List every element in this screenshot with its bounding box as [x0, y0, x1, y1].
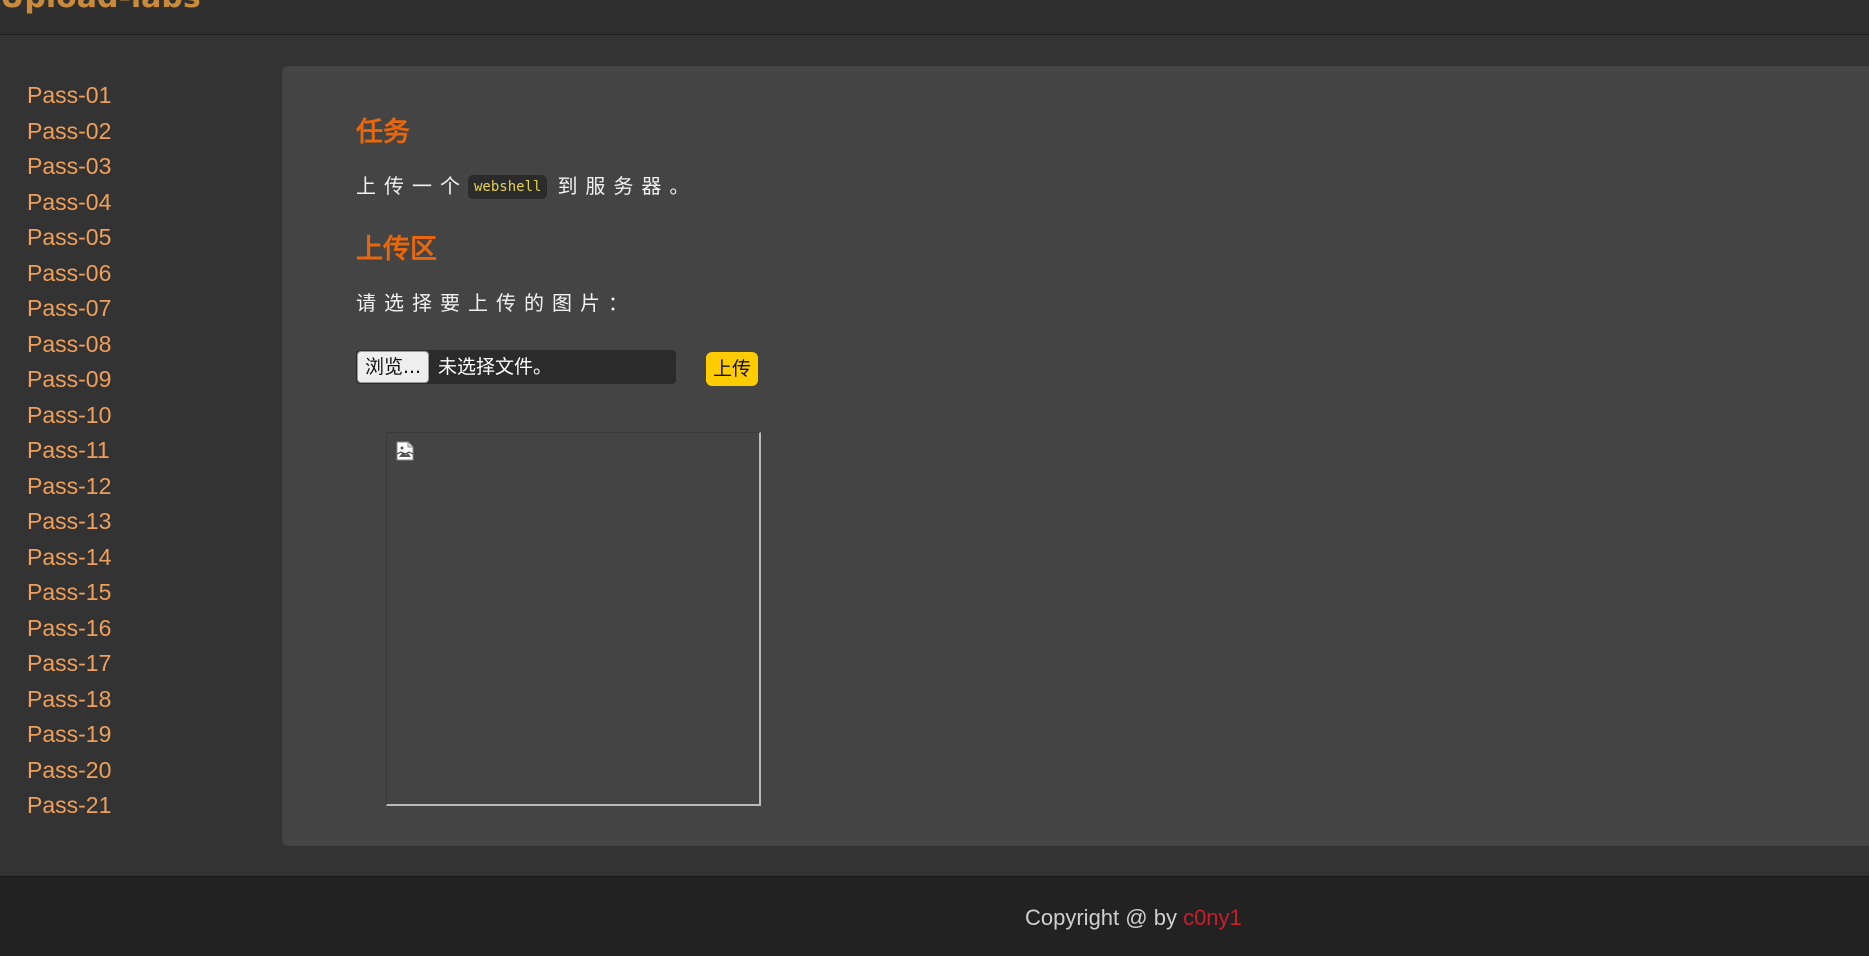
- sidebar-item-pass-14[interactable]: Pass-14: [27, 540, 111, 576]
- sidebar-item-pass-02[interactable]: Pass-02: [27, 114, 111, 150]
- file-input[interactable]: 浏览... 未选择文件。: [356, 350, 676, 384]
- sidebar-item-pass-11[interactable]: Pass-11: [27, 433, 111, 469]
- sidebar-item-pass-01[interactable]: Pass-01: [27, 78, 111, 114]
- sidebar-item-pass-06[interactable]: Pass-06: [27, 256, 111, 292]
- pass-list: Pass-01 Pass-02 Pass-03 Pass-04 Pass-05 Pass-…: [27, 78, 111, 824]
- sidebar-item-pass-13[interactable]: Pass-13: [27, 504, 111, 540]
- sidebar-item-pass-18[interactable]: Pass-18: [27, 682, 111, 718]
- sidebar-item-pass-05[interactable]: Pass-05: [27, 220, 111, 256]
- sidebar-item-pass-10[interactable]: Pass-10: [27, 398, 111, 434]
- copyright-text: Copyright @ by c0ny1: [1025, 905, 1242, 931]
- sidebar-item-pass-12[interactable]: Pass-12: [27, 469, 111, 505]
- footer: Copyright @ by c0ny1: [0, 876, 1869, 956]
- task-description: 上传一个 webshell 到服务器。: [356, 170, 697, 199]
- broken-image-icon: [396, 441, 414, 461]
- sidebar-item-pass-03[interactable]: Pass-03: [27, 149, 111, 185]
- upload-prompt: 请选择要上传的图片：: [356, 291, 636, 315]
- webshell-code: webshell: [468, 175, 548, 199]
- task-desc-after: 到服务器。: [557, 174, 698, 198]
- author-link[interactable]: c0ny1: [1183, 905, 1242, 930]
- sidebar-item-pass-19[interactable]: Pass-19: [27, 717, 111, 753]
- sidebar-item-pass-07[interactable]: Pass-07: [27, 291, 111, 327]
- browse-button[interactable]: 浏览...: [357, 351, 429, 383]
- top-header: Upload-labs: [0, 0, 1869, 35]
- sidebar-item-pass-17[interactable]: Pass-17: [27, 646, 111, 682]
- sidebar-item-pass-15[interactable]: Pass-15: [27, 575, 111, 611]
- upload-heading: 上传区: [356, 234, 437, 265]
- sidebar-item-pass-09[interactable]: Pass-09: [27, 362, 111, 398]
- sidebar-item-pass-21[interactable]: Pass-21: [27, 788, 111, 824]
- site-title: Upload-labs: [0, 0, 201, 15]
- copyright-label: Copyright @ by: [1025, 905, 1184, 930]
- upload-button[interactable]: 上传: [706, 352, 758, 386]
- image-preview: [386, 432, 761, 806]
- sidebar-item-pass-04[interactable]: Pass-04: [27, 185, 111, 221]
- sidebar: Pass-01 Pass-02 Pass-03 Pass-04 Pass-05 Pass-…: [0, 35, 280, 875]
- task-heading: 任务: [356, 117, 410, 148]
- file-status: 未选择文件。: [438, 356, 553, 378]
- sidebar-item-pass-20[interactable]: Pass-20: [27, 753, 111, 789]
- sidebar-item-pass-16[interactable]: Pass-16: [27, 611, 111, 647]
- main-panel: 任务 上传一个 webshell 到服务器。 上传区 请选择要上传的图片： 浏览..…: [282, 66, 1869, 846]
- task-desc-before: 上传一个: [356, 174, 468, 198]
- sidebar-item-pass-08[interactable]: Pass-08: [27, 327, 111, 363]
